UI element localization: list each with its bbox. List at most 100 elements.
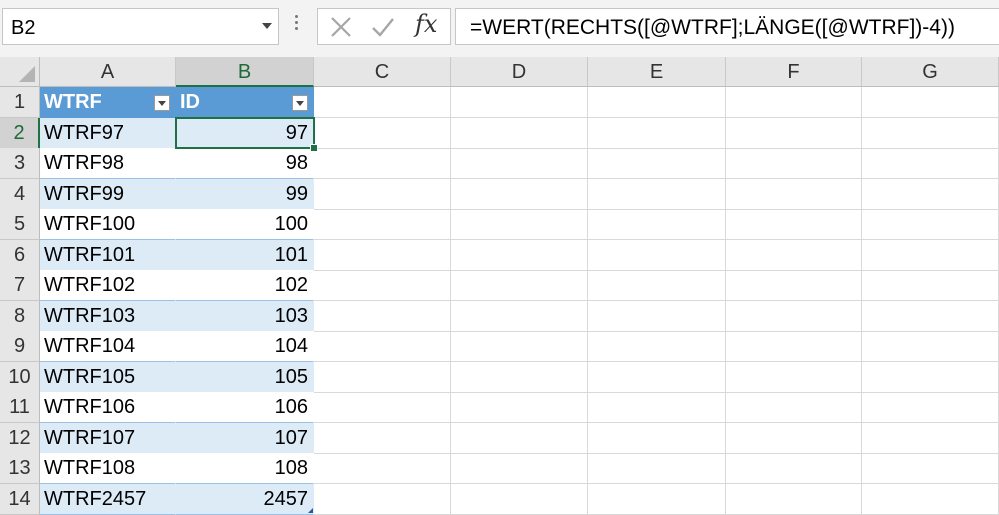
grid-cell[interactable] bbox=[314, 117, 451, 149]
grid-cell[interactable] bbox=[862, 178, 999, 210]
table-resize-handle[interactable] bbox=[308, 508, 313, 513]
grid-cell[interactable] bbox=[314, 331, 451, 362]
id-cell[interactable]: 105 bbox=[176, 361, 314, 393]
grid-cell[interactable] bbox=[862, 422, 999, 454]
id-cell[interactable]: 101 bbox=[176, 239, 314, 271]
grid-cell[interactable] bbox=[862, 148, 999, 179]
grid-cell[interactable] bbox=[726, 453, 862, 484]
grid-cell[interactable] bbox=[314, 270, 451, 301]
grid-cell[interactable] bbox=[862, 361, 999, 393]
column-header-a[interactable]: A bbox=[40, 57, 176, 87]
column-header-b[interactable]: B bbox=[176, 57, 314, 87]
grid-cell[interactable] bbox=[862, 483, 999, 515]
wtrf-cell[interactable]: WTRF105 bbox=[40, 361, 176, 393]
grid-cell[interactable] bbox=[451, 331, 588, 362]
name-box-value[interactable]: B2 bbox=[11, 17, 35, 40]
grid-cell[interactable] bbox=[862, 239, 999, 271]
grid-cell[interactable] bbox=[862, 87, 999, 118]
row-header-13[interactable]: 13 bbox=[0, 453, 40, 484]
row-header-2[interactable]: 2 bbox=[0, 117, 40, 149]
grid-cell[interactable] bbox=[862, 117, 999, 149]
row-header-14[interactable]: 14 bbox=[0, 483, 40, 515]
row-header-7[interactable]: 7 bbox=[0, 270, 40, 301]
grid-cell[interactable] bbox=[726, 483, 862, 515]
row-header-3[interactable]: 3 bbox=[0, 148, 40, 179]
id-cell[interactable]: 102 bbox=[176, 270, 314, 301]
grid-cell[interactable] bbox=[862, 331, 999, 362]
id-cell[interactable]: 100 bbox=[176, 209, 314, 240]
column-header-f[interactable]: F bbox=[726, 57, 862, 87]
grid-cell[interactable] bbox=[314, 178, 451, 210]
grid-cell[interactable] bbox=[726, 178, 862, 210]
grid-cell[interactable] bbox=[588, 483, 726, 515]
grid-cell[interactable] bbox=[588, 300, 726, 332]
grid-cell[interactable] bbox=[726, 209, 862, 240]
id-cell[interactable]: 104 bbox=[176, 331, 314, 362]
grid-cell[interactable] bbox=[314, 392, 451, 423]
grid-cell[interactable] bbox=[588, 178, 726, 210]
grid-cell[interactable] bbox=[862, 300, 999, 332]
grid-cell[interactable] bbox=[726, 148, 862, 179]
grid-cell[interactable] bbox=[726, 361, 862, 393]
dropdown-arrow-icon[interactable] bbox=[262, 23, 272, 29]
grid-cell[interactable] bbox=[726, 239, 862, 271]
row-header-10[interactable]: 10 bbox=[0, 361, 40, 393]
grid-cell[interactable] bbox=[588, 392, 726, 423]
grid-cell[interactable] bbox=[726, 392, 862, 423]
insert-function-icon[interactable]: fx bbox=[415, 10, 437, 38]
grid-cell[interactable] bbox=[726, 117, 862, 149]
grid-cell[interactable] bbox=[451, 392, 588, 423]
filter-dropdown-icon[interactable] bbox=[154, 95, 170, 111]
grid-cell[interactable] bbox=[862, 209, 999, 240]
wtrf-cell[interactable]: WTRF98 bbox=[40, 148, 176, 179]
more-options-icon[interactable] bbox=[295, 12, 299, 38]
grid-cell[interactable] bbox=[588, 87, 726, 118]
wtrf-cell[interactable]: WTRF106 bbox=[40, 392, 176, 423]
row-header-9[interactable]: 9 bbox=[0, 331, 40, 362]
grid-cell[interactable] bbox=[451, 87, 588, 118]
row-header-11[interactable]: 11 bbox=[0, 392, 40, 423]
formula-text[interactable]: =WERT(RECHTS([@WTRF];LÄNGE([@WTRF])-4)) bbox=[470, 16, 955, 40]
grid-cell[interactable] bbox=[451, 361, 588, 393]
id-cell[interactable]: 106 bbox=[176, 392, 314, 423]
grid-cell[interactable] bbox=[588, 209, 726, 240]
grid-cell[interactable] bbox=[588, 270, 726, 301]
grid-cell[interactable] bbox=[451, 422, 588, 454]
wtrf-cell[interactable]: WTRF2457 bbox=[40, 483, 176, 515]
grid-cell[interactable] bbox=[588, 239, 726, 271]
grid-cell[interactable] bbox=[726, 422, 862, 454]
row-header-1[interactable]: 1 bbox=[0, 87, 40, 118]
grid-cell[interactable] bbox=[451, 483, 588, 515]
grid-cell[interactable] bbox=[726, 331, 862, 362]
table-header-id[interactable]: ID bbox=[176, 87, 314, 118]
grid-cell[interactable] bbox=[314, 239, 451, 271]
id-cell[interactable]: 107 bbox=[176, 422, 314, 454]
grid-cell[interactable] bbox=[451, 239, 588, 271]
grid-cell[interactable] bbox=[726, 300, 862, 332]
name-box[interactable]: B2 bbox=[2, 8, 279, 45]
row-header-5[interactable]: 5 bbox=[0, 209, 40, 240]
grid-cell[interactable] bbox=[862, 392, 999, 423]
wtrf-cell[interactable]: WTRF102 bbox=[40, 270, 176, 301]
grid-cell[interactable] bbox=[314, 483, 451, 515]
column-header-e[interactable]: E bbox=[588, 57, 726, 87]
row-header-4[interactable]: 4 bbox=[0, 178, 40, 210]
grid-cell[interactable] bbox=[451, 209, 588, 240]
cancel-icon[interactable] bbox=[326, 13, 356, 41]
grid-cell[interactable] bbox=[588, 422, 726, 454]
grid-cell[interactable] bbox=[451, 300, 588, 332]
wtrf-cell[interactable]: WTRF103 bbox=[40, 300, 176, 332]
grid-cell[interactable] bbox=[588, 331, 726, 362]
grid-cell[interactable] bbox=[726, 270, 862, 301]
wtrf-cell[interactable]: WTRF104 bbox=[40, 331, 176, 362]
grid-cell[interactable] bbox=[451, 148, 588, 179]
grid-cell[interactable] bbox=[588, 148, 726, 179]
grid-cell[interactable] bbox=[862, 453, 999, 484]
id-cell[interactable]: 99 bbox=[176, 178, 314, 210]
grid-cell[interactable] bbox=[588, 361, 726, 393]
wtrf-cell[interactable]: WTRF100 bbox=[40, 209, 176, 240]
select-all-corner[interactable] bbox=[0, 57, 40, 87]
worksheet-grid[interactable]: A B C D E F G 1 2 3 4 5 6 7 8 9 10 11 12 13 14 WTRF ID WTRF97 97… bbox=[0, 57, 999, 515]
id-cell[interactable]: 103 bbox=[176, 300, 314, 332]
grid-cell[interactable] bbox=[726, 87, 862, 118]
